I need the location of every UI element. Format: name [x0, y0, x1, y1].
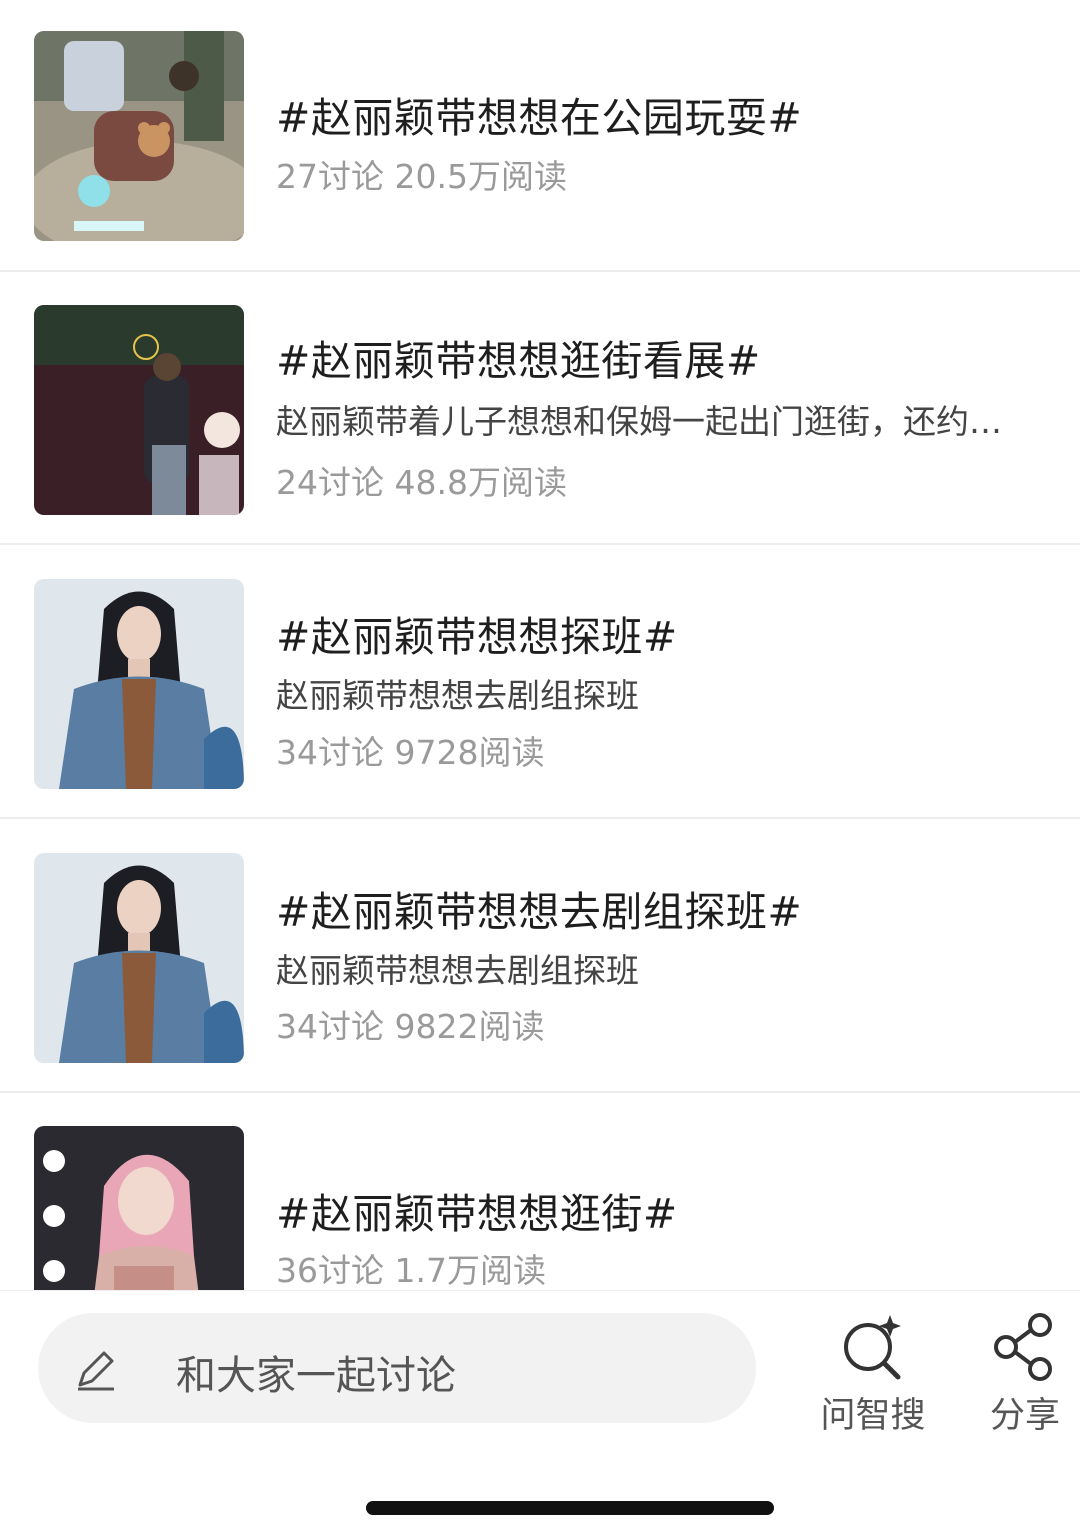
topic-thumbnail: [34, 579, 244, 789]
topic-title[interactable]: #赵丽颖带想想逛街#: [276, 1180, 678, 1240]
topic-description: 赵丽颖带想想去剧组探班: [276, 951, 639, 990]
topic-thumbnail: [34, 853, 244, 1063]
topic-stats: 24讨论 48.8万阅读: [276, 463, 567, 502]
topic-item[interactable]: #赵丽颖带想想探班# 赵丽颖带想想去剧组探班 34讨论 9728阅读: [0, 547, 1080, 819]
topic-stats: 34讨论 9822阅读: [276, 1007, 545, 1046]
topic-title[interactable]: #赵丽颖带想想探班#: [276, 603, 678, 663]
home-indicator[interactable]: [366, 1501, 774, 1515]
topic-title[interactable]: #赵丽颖带想想在公园玩耍#: [276, 84, 802, 144]
topic-thumbnail: [34, 305, 244, 515]
topic-item[interactable]: #赵丽颖带想想去剧组探班# 赵丽颖带想想去剧组探班 34讨论 9822阅读: [0, 821, 1080, 1093]
topic-stats: 27讨论 20.5万阅读: [276, 157, 567, 196]
pencil-icon: [78, 1351, 114, 1391]
topic-title[interactable]: #赵丽颖带想想逛街看展#: [276, 327, 761, 387]
topic-thumbnail: [34, 1126, 244, 1290]
topic-title[interactable]: #赵丽颖带想想去剧组探班#: [276, 878, 802, 938]
topic-description: 赵丽颖带着儿子想想和保姆一起出门逛街，还约…: [276, 402, 1002, 441]
topic-stats: 34讨论 9728阅读: [276, 733, 545, 772]
share-button[interactable]: 分享: [960, 1311, 1080, 1451]
ai-search-label: 问智搜: [820, 1396, 926, 1436]
ai-search-button[interactable]: 问智搜: [808, 1311, 938, 1451]
topic-item[interactable]: #赵丽颖带想想逛街看展# 赵丽颖带着儿子想想和保姆一起出门逛街，还约… 24讨论…: [0, 273, 1080, 545]
topic-item[interactable]: #赵丽颖带想想在公园玩耍# 27讨论 20.5万阅读: [0, 0, 1080, 272]
topic-thumbnail: [34, 31, 244, 241]
share-icon: [994, 1313, 1052, 1381]
discussion-input[interactable]: 和大家一起讨论: [38, 1313, 756, 1423]
share-label: 分享: [989, 1396, 1060, 1436]
sparkle-search-icon: [844, 1315, 901, 1380]
topic-item[interactable]: #赵丽颖带想想逛街# 36讨论 1.7万阅读: [0, 1095, 1080, 1290]
topic-list: #赵丽颖带想想在公园玩耍# 27讨论 20.5万阅读 #赵丽颖带想想逛街看展# …: [0, 0, 1080, 1290]
discussion-placeholder: 和大家一起讨论: [176, 1353, 456, 1399]
topic-stats: 36讨论 1.7万阅读: [276, 1251, 546, 1290]
topic-description: 赵丽颖带想想去剧组探班: [276, 676, 639, 715]
bottom-action-bar: 和大家一起讨论 问智搜 分享: [0, 1290, 1080, 1522]
